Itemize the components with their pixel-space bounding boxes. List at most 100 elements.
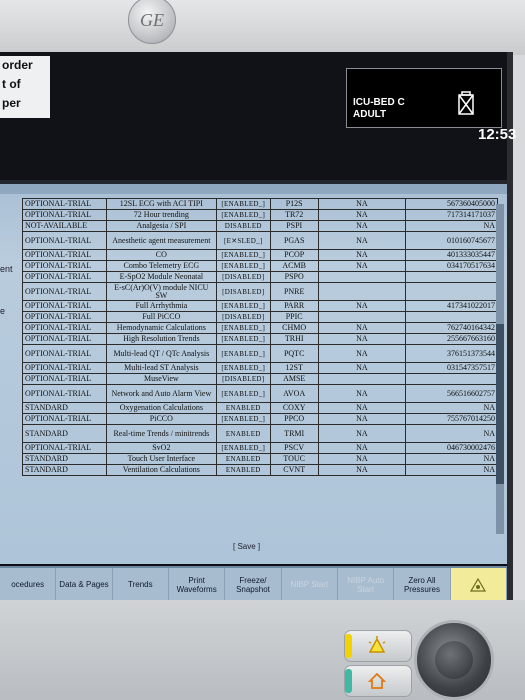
option-cell-enab: [DISABLED] <box>215 373 271 385</box>
option-cell-price: 717314171037 <box>405 209 498 221</box>
option-row[interactable]: OPTIONAL-TRIAL MuseView [DISABLED] AMSE <box>22 373 498 385</box>
scrollbar[interactable] <box>496 204 504 534</box>
option-cell-na: NA <box>317 362 407 374</box>
option-row[interactable]: OPTIONAL-TRIAL E-sC(Ar)O(V) module NICU S… <box>22 282 498 301</box>
option-cell-name: Ventilation Calculations <box>105 464 217 476</box>
option-cell-status: OPTIONAL-TRIAL <box>22 333 107 345</box>
alarm-silence-hardkey[interactable] <box>344 630 412 662</box>
option-cell-name: Multi-lead QT / QTc Analysis <box>105 344 217 363</box>
option-row[interactable]: OPTIONAL-TRIAL 12SL ECG with ACI TIPI [ENA… <box>22 198 498 210</box>
option-cell-enab: [ENABLED_] <box>215 384 271 403</box>
option-cell-code: PSPO <box>269 271 319 283</box>
option-cell-status: OPTIONAL-TRIAL <box>22 442 107 454</box>
option-row[interactable]: OPTIONAL-TRIAL Full Arrhythmia [ENABLED_] P… <box>22 300 498 312</box>
option-cell-code: AVOA <box>269 384 319 403</box>
option-cell-name: PiCCO <box>105 413 217 425</box>
option-cell-code: TRMI <box>269 424 319 443</box>
option-cell-price: 762740164342 <box>405 322 498 334</box>
trim-knob[interactable] <box>414 620 494 700</box>
option-cell-price: 566516602757 <box>405 384 498 403</box>
option-row[interactable]: OPTIONAL-TRIAL 72 Hour trending [ENABLED_]… <box>22 209 498 221</box>
option-cell-na: NA <box>317 442 407 454</box>
option-cell-name: Full PiCCO <box>105 311 217 323</box>
save-button[interactable]: [ Save ] <box>233 542 260 551</box>
option-cell-name: E-SpO2 Module Neonatal <box>105 271 217 283</box>
option-row[interactable]: OPTIONAL-TRIAL High Resolution Trends [ENA… <box>22 333 498 345</box>
option-row[interactable]: OPTIONAL-TRIAL Hemodynamic Calculations [E… <box>22 322 498 334</box>
option-cell-price: 567360405000 <box>405 198 498 210</box>
print-waveforms-softkey[interactable]: Print Waveforms <box>169 568 226 601</box>
scrollbar-thumb[interactable] <box>496 324 504 484</box>
option-row[interactable]: STANDARD Ventilation Calculations ENABLED C… <box>22 464 498 476</box>
option-cell-price <box>405 282 498 301</box>
option-row[interactable]: OPTIONAL-TRIAL Combo Telemetry ECG [ENABLE… <box>22 260 498 272</box>
option-cell-status: OPTIONAL-TRIAL <box>22 282 107 301</box>
option-cell-na: NA <box>317 453 407 465</box>
option-cell-name: Combo Telemetry ECG <box>105 260 217 272</box>
option-cell-price: 034170517634 <box>405 260 498 272</box>
option-cell-na: NA <box>317 209 407 221</box>
option-row[interactable]: OPTIONAL-TRIAL Multi-lead ST Analysis [ENA… <box>22 362 498 374</box>
option-cell-price <box>405 311 498 323</box>
option-cell-code: PSCV <box>269 442 319 454</box>
nibp-start-softkey[interactable]: NIBP Start <box>282 568 338 601</box>
bed-info-box[interactable]: ICU-BED C ADULT <box>346 68 502 128</box>
option-cell-status: STANDARD <box>22 424 107 443</box>
option-row[interactable]: OPTIONAL-TRIAL Anesthetic agent measureme… <box>22 231 498 250</box>
option-cell-price: NA <box>405 220 498 232</box>
option-cell-price: NA <box>405 464 498 476</box>
side-label: ent <box>0 264 13 274</box>
option-cell-na: NA <box>317 249 407 261</box>
trends-softkey[interactable]: Trends <box>113 568 169 601</box>
option-cell-name: Analgesia / SPI <box>105 220 217 232</box>
option-row[interactable]: OPTIONAL-TRIAL SvO2 [ENABLED_] PSCV NA 046730… <box>22 442 498 454</box>
option-cell-na: NA <box>317 231 407 250</box>
option-row[interactable]: STANDARD Oxygenation Calculations ENABLED C… <box>22 402 498 414</box>
option-cell-price: 031547357517 <box>405 362 498 374</box>
home-hardkey[interactable] <box>344 665 412 697</box>
options-table: OPTIONAL-TRIAL 12SL ECG with ACI TIPI [ENA… <box>22 198 498 476</box>
bed-name: ICU-BED C <box>353 97 405 108</box>
option-cell-status: OPTIONAL-TRIAL <box>22 413 107 425</box>
option-cell-na: NA <box>317 333 407 345</box>
option-row[interactable]: OPTIONAL-TRIAL Network and Auto Alarm Vie… <box>22 384 498 403</box>
option-cell-enab: [DISABLED] <box>215 271 271 283</box>
option-cell-price: 376151373544 <box>405 344 498 363</box>
option-row[interactable]: OPTIONAL-TRIAL Multi-lead QT / QTc Analys… <box>22 344 498 363</box>
softkey-bar: ocedures Data & Pages Trends Print Wavef… <box>0 566 507 601</box>
option-cell-status: STANDARD <box>22 453 107 465</box>
option-cell-na: NA <box>317 424 407 443</box>
nibp-auto-start-softkey[interactable]: NIBP Auto Start <box>338 568 395 601</box>
option-cell-price: 046730002476 <box>405 442 498 454</box>
procedures-softkey[interactable]: ocedures <box>0 568 57 601</box>
option-cell-enab: ENABLED <box>215 424 271 443</box>
alarm-softkey[interactable] <box>450 568 507 601</box>
option-cell-status: OPTIONAL-TRIAL <box>22 344 107 363</box>
option-cell-status: OPTIONAL-TRIAL <box>22 373 107 385</box>
data-pages-softkey[interactable]: Data & Pages <box>56 568 113 601</box>
option-cell-code: P12S <box>269 198 319 210</box>
home-icon <box>367 672 387 689</box>
option-cell-price: 401333035447 <box>405 249 498 261</box>
option-cell-price: 255667663160 <box>405 333 498 345</box>
option-cell-status: NOT-AVAILABLE <box>22 220 107 232</box>
option-row[interactable]: STANDARD Touch User Interface ENABLED TOUC N… <box>22 453 498 465</box>
option-cell-na: NA <box>317 260 407 272</box>
option-cell-status: OPTIONAL-TRIAL <box>22 322 107 334</box>
option-cell-enab: [ENABLED_] <box>215 300 271 312</box>
option-cell-price: 417341022017 <box>405 300 498 312</box>
option-cell-name: 72 Hour trending <box>105 209 217 221</box>
option-row[interactable]: STANDARD Real-time Trends / minitrends ENA… <box>22 424 498 443</box>
freeze-snapshot-softkey[interactable]: Freeze/ Snapshot <box>225 568 282 601</box>
option-row[interactable]: OPTIONAL-TRIAL CO [ENABLED_] PCOP NA 40133303… <box>22 249 498 261</box>
battery-disabled-icon <box>458 91 474 115</box>
option-row[interactable]: OPTIONAL-TRIAL E-SpO2 Module Neonatal [DIS… <box>22 271 498 283</box>
option-row[interactable]: OPTIONAL-TRIAL Full PiCCO [DISABLED] PPIC <box>22 311 498 323</box>
option-row[interactable]: OPTIONAL-TRIAL PiCCO [ENABLED_] PPCO NA 75576… <box>22 413 498 425</box>
option-row[interactable]: NOT-AVAILABLE Analgesia / SPI DISABLED PSPI… <box>22 220 498 232</box>
option-cell-name: Anesthetic agent measurement <box>105 231 217 250</box>
zero-all-pressures-softkey[interactable]: Zero All Pressures <box>394 568 451 601</box>
option-cell-na: NA <box>317 402 407 414</box>
option-cell-code: TOUC <box>269 453 319 465</box>
option-cell-na: NA <box>317 464 407 476</box>
